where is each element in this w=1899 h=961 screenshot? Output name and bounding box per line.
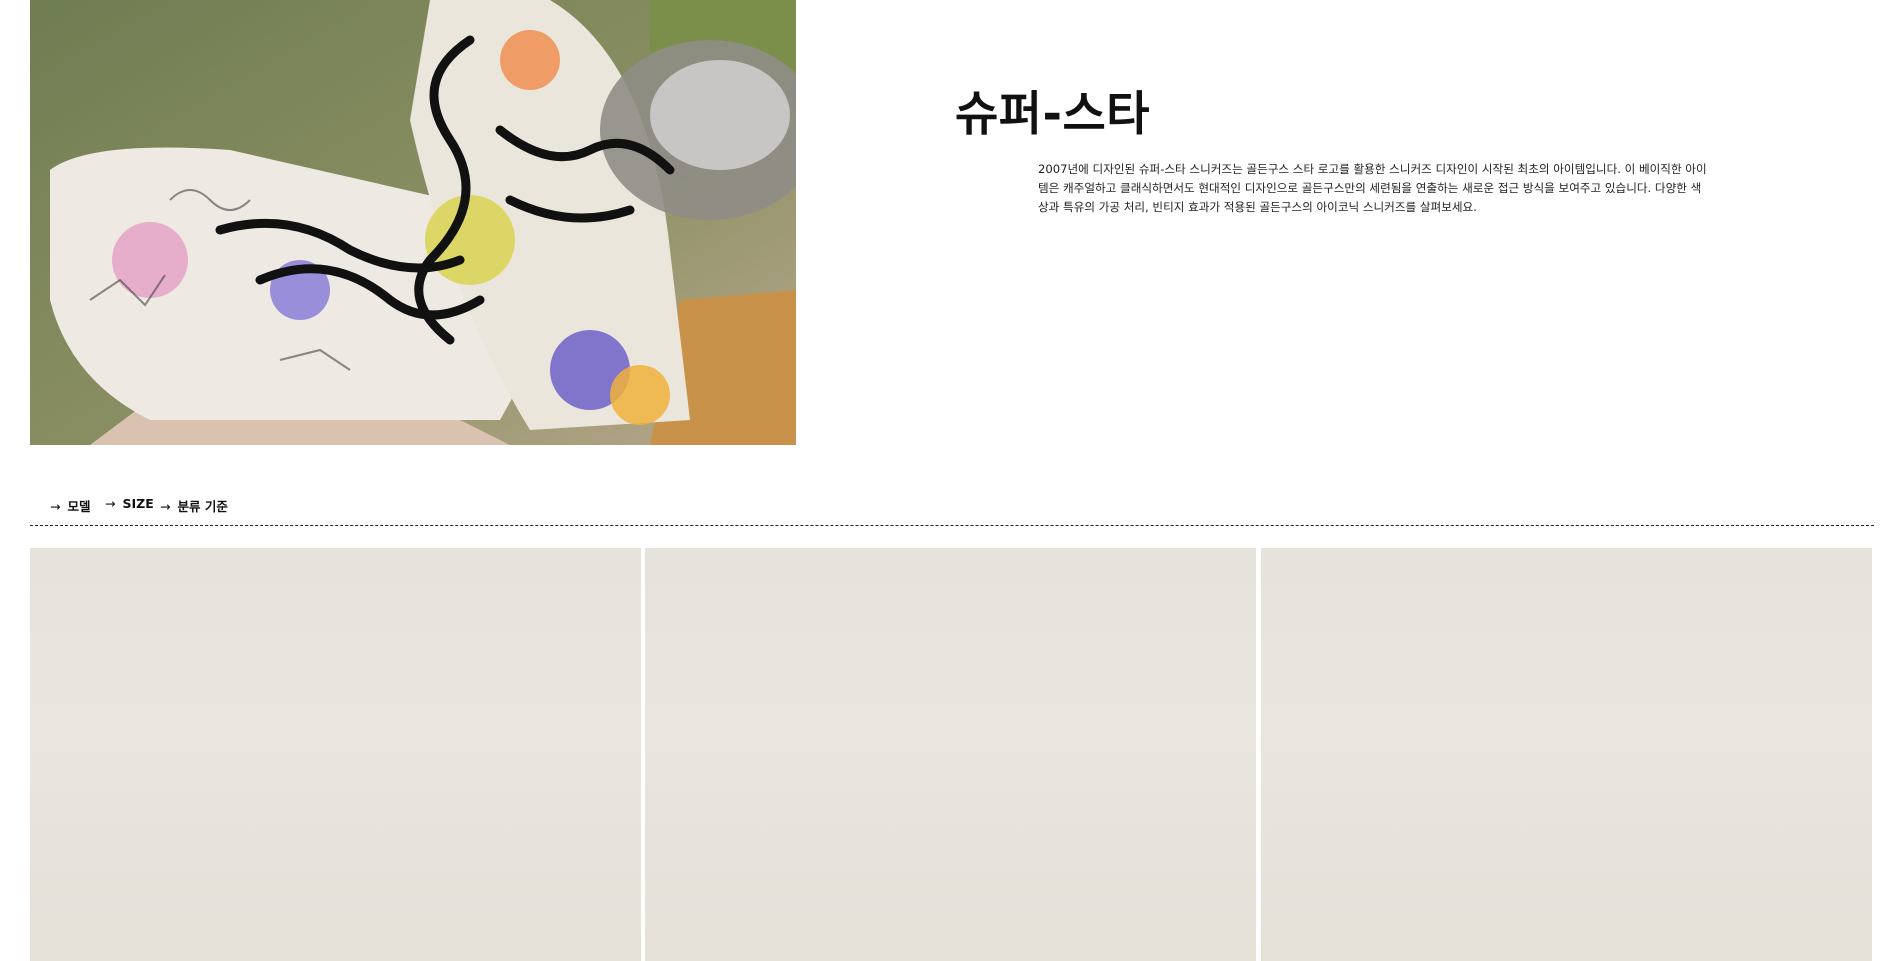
filter-size[interactable]: → SIZE xyxy=(105,496,154,511)
hero-image xyxy=(30,0,796,445)
collection-description: 2007년에 디자인된 슈퍼-스타 스니커즈는 골든구스 스타 로고를 활용한 … xyxy=(1038,162,1707,214)
filter-model-label: 모델 xyxy=(67,499,91,514)
filter-sort-label: 분류 기준 xyxy=(177,499,228,514)
product-card-3[interactable] xyxy=(1261,548,1872,961)
arrow-right-icon: → xyxy=(50,499,61,514)
sneakers-photo xyxy=(30,0,796,445)
filter-size-label: SIZE xyxy=(122,496,154,511)
page-title: 슈퍼-스타 xyxy=(955,87,1150,142)
filter-sort[interactable]: → 분류 기준 xyxy=(160,496,228,515)
product-card-2[interactable] xyxy=(645,548,1256,961)
filter-bar: → 모델 → SIZE → 분류 기준 xyxy=(30,490,1874,526)
filter-model[interactable]: → 모델 xyxy=(50,496,91,515)
product-card-1[interactable] xyxy=(30,548,641,961)
arrow-right-icon: → xyxy=(105,496,116,511)
arrow-right-icon: → xyxy=(160,499,171,514)
